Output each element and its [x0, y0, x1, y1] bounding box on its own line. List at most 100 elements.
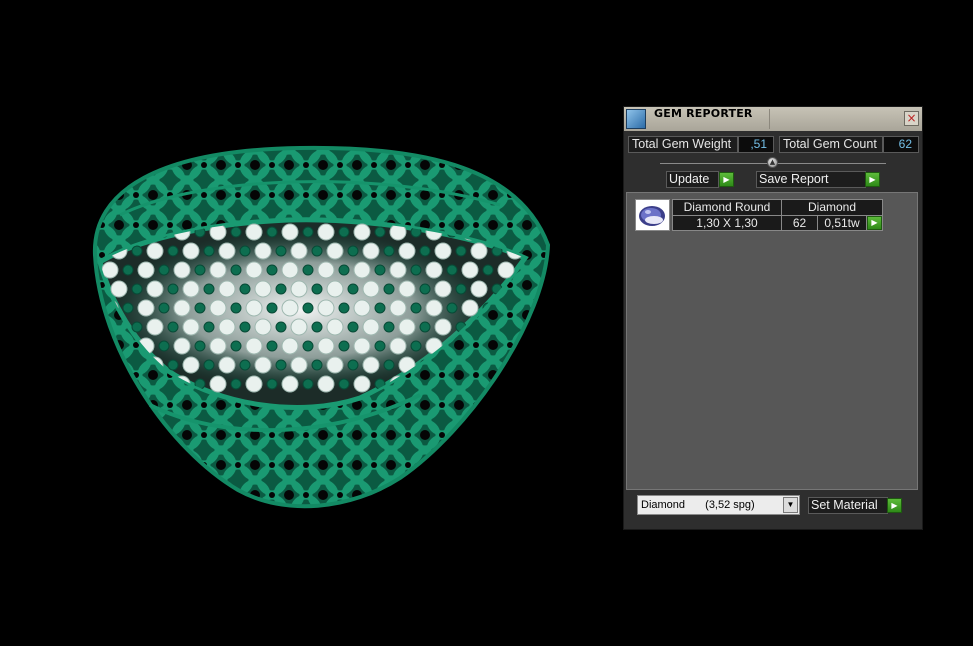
close-button[interactable]: × [904, 111, 919, 126]
set-material-button[interactable]: Set Material [808, 497, 888, 514]
diamond-stone [254, 242, 272, 260]
prong-bead [338, 340, 350, 352]
prong-bead [203, 245, 215, 257]
diamond-stone [245, 375, 263, 393]
update-button[interactable]: Update [666, 171, 719, 188]
diamond-stone [254, 356, 272, 374]
material-dropdown[interactable]: Diamond (3,52 spg) ▼ [637, 495, 800, 515]
gem-row-arrow-icon[interactable]: ▶ [867, 216, 882, 230]
gem-material-cell: Diamond [807, 200, 857, 214]
prong-bead [266, 264, 278, 276]
diamond-stone [362, 356, 380, 374]
total-gem-weight-label: Total Gem Weight [628, 136, 738, 153]
collapse-knob[interactable]: ▲ [767, 157, 778, 168]
prong-bead [410, 302, 422, 314]
diamond-stone [209, 375, 227, 393]
prong-bead [518, 378, 525, 390]
diamond-stone [137, 261, 155, 279]
save-report-arrow-icon[interactable]: ▶ [865, 172, 880, 187]
title-bar[interactable]: GEM REPORTER × [624, 107, 922, 131]
title-divider [769, 109, 770, 129]
prong-bead [383, 283, 395, 295]
diamond-stone [326, 318, 344, 336]
prong-bead [131, 321, 143, 333]
diamond-stone [353, 223, 371, 241]
prong-bead [194, 302, 206, 314]
gem-reporter-panel: GEM REPORTER × Total Gem Weight ,51 Tota… [623, 106, 923, 530]
diamond-stone [389, 337, 407, 355]
prong-bead [302, 340, 314, 352]
diamond-stone [182, 318, 200, 336]
prong-bead [446, 302, 458, 314]
prong-bead [302, 264, 314, 276]
diamond-stone [290, 242, 308, 260]
diamond-stone [182, 280, 200, 298]
prong-bead [158, 340, 170, 352]
prong-bead [311, 245, 323, 257]
diamond-stone [470, 242, 488, 260]
prong-bead [266, 302, 278, 314]
diamond-stone [146, 280, 164, 298]
prong-bead [167, 245, 179, 257]
diamond-stone [353, 261, 371, 279]
prong-bead [383, 245, 395, 257]
prong-bead [419, 283, 431, 295]
round-gem-icon[interactable] [635, 199, 670, 231]
diamond-stone [353, 337, 371, 355]
diamond-stone [326, 356, 344, 374]
gem-list[interactable]: Diamond Round Diamond 1,30 X 1,30 62 0,5… [626, 192, 918, 490]
diamond-stone [245, 223, 263, 241]
prong-bead [239, 321, 251, 333]
diamond-stone [146, 242, 164, 260]
prong-bead [528, 322, 538, 332]
diamond-stone [281, 223, 299, 241]
diamond-stone [101, 261, 119, 279]
diamond-stone [425, 261, 443, 279]
prong-bead [266, 378, 278, 390]
prong-bead [122, 378, 134, 390]
gem-list-row[interactable]: Diamond Round Diamond 1,30 X 1,30 62 0,5… [672, 199, 883, 231]
diamond-stone [317, 261, 335, 279]
prong-bead [230, 226, 242, 238]
prong-bead [383, 321, 395, 333]
total-gem-count-label: Total Gem Count [779, 136, 883, 153]
diamond-stone [173, 337, 191, 355]
prong-bead [518, 340, 525, 352]
prong-bead [455, 283, 467, 295]
set-material-arrow-icon[interactable]: ▶ [887, 498, 902, 513]
diamond-stone [218, 318, 236, 336]
diamond-stone [506, 356, 524, 374]
diamond-stone [398, 280, 416, 298]
diamond-stone [362, 318, 380, 336]
diamond-stone [389, 299, 407, 317]
prong-bead [167, 283, 179, 295]
prong-bead [482, 264, 494, 276]
prong-bead [158, 264, 170, 276]
diamond-stone [281, 337, 299, 355]
ring-model[interactable] [92, 145, 551, 509]
diamond-stone [173, 299, 191, 317]
prong-bead [347, 359, 359, 371]
diamond-stone [281, 375, 299, 393]
diamond-stone [209, 261, 227, 279]
diamond-stone [290, 356, 308, 374]
prong-bead [311, 321, 323, 333]
prong-bead [446, 264, 458, 276]
diamond-stone [281, 261, 299, 279]
diamond-stone [425, 299, 443, 317]
update-arrow-icon[interactable]: ▶ [719, 172, 734, 187]
prong-bead [338, 226, 350, 238]
material-density: (3,52 spg) [705, 499, 755, 511]
chevron-down-icon[interactable]: ▼ [783, 497, 798, 513]
prong-bead [239, 283, 251, 295]
diamond-stone [434, 318, 452, 336]
save-report-button[interactable]: Save Report [756, 171, 866, 188]
diamond-stone [245, 261, 263, 279]
prong-bead [338, 302, 350, 314]
prong-bead [131, 245, 143, 257]
diamond-stone [398, 242, 416, 260]
diamond-stone [317, 337, 335, 355]
diamond-stone [434, 242, 452, 260]
diamond-stone [218, 242, 236, 260]
prong-bead [230, 302, 242, 314]
